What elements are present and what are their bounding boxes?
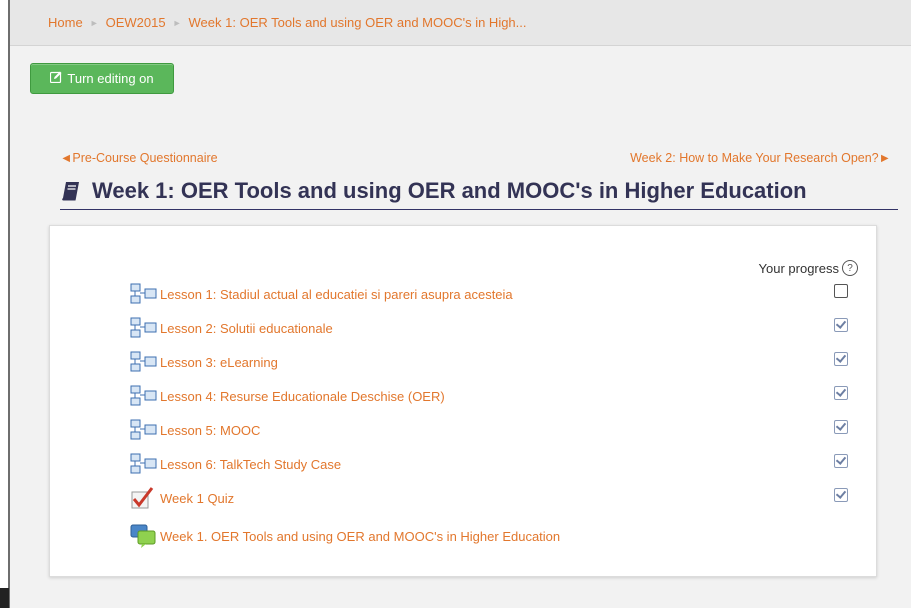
activity-label: Week 1. OER Tools and using OER and MOOC… (160, 528, 561, 544)
turn-editing-on-label: Turn editing on (67, 71, 154, 86)
breadcrumb: Home ► OEW2015 ► Week 1: OER Tools and u… (10, 0, 911, 46)
breadcrumb-separator-icon: ► (89, 17, 99, 28)
progress-header: Your progress ? (759, 260, 858, 276)
breadcrumb-course[interactable]: OEW2015 (106, 15, 166, 30)
activity-lesson[interactable]: Lesson 1: Stadiul actual al educatiei si… (130, 282, 513, 306)
left-window-edge (0, 0, 10, 608)
completion-checkbox-checked[interactable] (834, 488, 848, 502)
activity-label: Lesson 5: MOOC (160, 422, 261, 438)
window-edge-mark (0, 588, 9, 608)
activity-lesson[interactable]: Lesson 2: Solutii educationale (130, 316, 333, 340)
quiz-icon (130, 486, 160, 510)
activity-label: Week 1 Quiz (160, 490, 235, 506)
lesson-icon (130, 384, 160, 408)
book-icon (60, 180, 82, 202)
breadcrumb-home[interactable]: Home (48, 15, 83, 30)
completion-checkbox-checked[interactable] (834, 386, 848, 400)
activity-label: Lesson 4: Resurse Educationale Deschise … (160, 388, 445, 404)
progress-label: Your progress (758, 260, 839, 276)
activity-label: Lesson 3: eLearning (160, 354, 278, 370)
turn-editing-on-button[interactable]: Turn editing on (30, 63, 174, 94)
activity-label: Lesson 1: Stadiul actual al educatiei si… (160, 286, 513, 302)
course-section-box: Your progress ? Lesson 1: Stadiul actual… (49, 225, 877, 577)
edit-icon (50, 71, 62, 86)
activity-forum[interactable]: Week 1. OER Tools and using OER and MOOC… (130, 524, 560, 548)
lesson-icon (130, 316, 160, 340)
completion-checkbox-checked[interactable] (834, 454, 848, 468)
completion-checkbox-checked[interactable] (834, 352, 848, 366)
activity-lesson[interactable]: Lesson 4: Resurse Educationale Deschise … (130, 384, 445, 408)
completion-checkbox-checked[interactable] (834, 318, 848, 332)
prev-activity-link[interactable]: ◄Pre-Course Questionnaire (60, 151, 218, 165)
forum-icon (130, 524, 160, 548)
page-title: Week 1: OER Tools and using OER and MOOC… (60, 176, 898, 210)
lesson-icon (130, 418, 160, 442)
activity-label: Lesson 2: Solutii educationale (160, 320, 333, 336)
help-icon[interactable]: ? (842, 260, 858, 276)
page-title-text: Week 1: OER Tools and using OER and MOOC… (92, 177, 807, 203)
completion-checkbox[interactable] (834, 284, 848, 298)
next-activity-link[interactable]: Week 2: How to Make Your Research Open?► (630, 151, 891, 165)
activity-lesson[interactable]: Lesson 3: eLearning (130, 350, 278, 374)
completion-checkbox-checked[interactable] (834, 420, 848, 434)
activity-label: Lesson 6: TalkTech Study Case (160, 456, 342, 472)
activity-quiz[interactable]: Week 1 Quiz (130, 486, 234, 510)
lesson-icon (130, 452, 160, 476)
breadcrumb-separator-icon: ► (172, 17, 182, 28)
activity-lesson[interactable]: Lesson 5: MOOC (130, 418, 260, 442)
lesson-icon (130, 282, 160, 306)
breadcrumb-current[interactable]: Week 1: OER Tools and using OER and MOOC… (189, 15, 527, 30)
activity-lesson[interactable]: Lesson 6: TalkTech Study Case (130, 452, 341, 476)
lesson-icon (130, 350, 160, 374)
